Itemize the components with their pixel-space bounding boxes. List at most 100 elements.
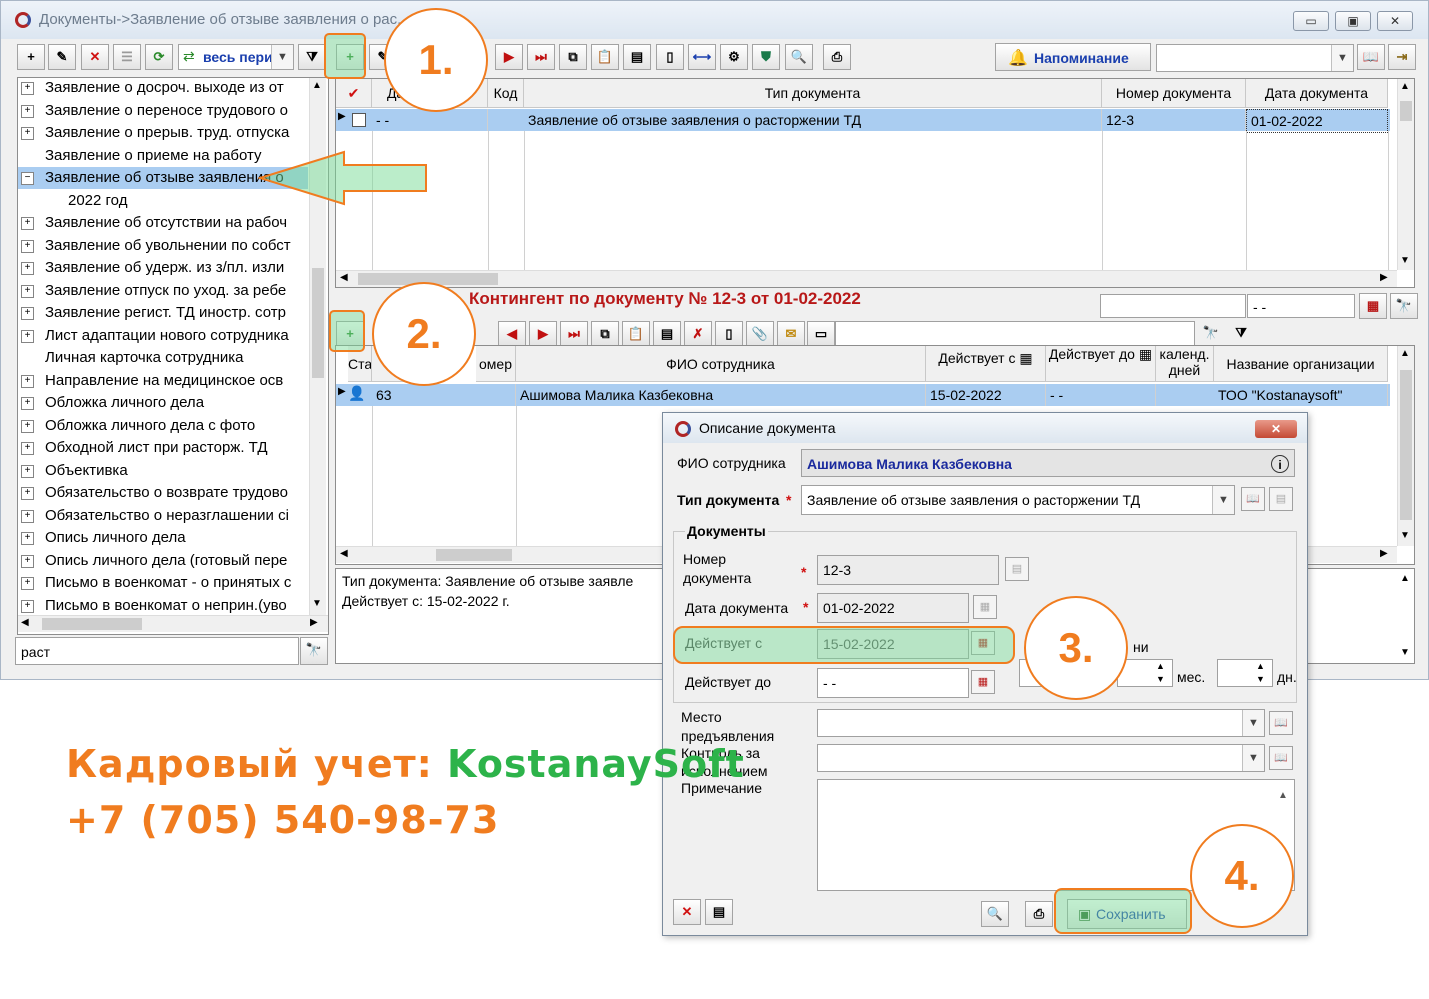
period-select[interactable]: ⇄ весь пери ▼ xyxy=(178,44,294,70)
days-stepper[interactable]: ▲ ▼ xyxy=(1217,659,1273,687)
stepper-arrows-icon[interactable]: ▲ ▼ xyxy=(1256,660,1265,686)
column-header-number[interactable]: Номер документа xyxy=(1102,79,1246,108)
tree-item[interactable]: + Обходной лист при расторж. ТД xyxy=(18,437,308,459)
expand-icon[interactable]: + xyxy=(21,599,34,613)
column-header-type[interactable]: Тип документа xyxy=(524,79,1102,108)
reminder-select[interactable]: ▼ xyxy=(1156,44,1354,72)
expand-icon[interactable]: + xyxy=(21,127,34,140)
to-field[interactable]: - - xyxy=(817,668,969,698)
paste-icon[interactable]: 📋 xyxy=(622,321,650,347)
tree-search-input[interactable]: раст xyxy=(15,637,299,665)
chevron-right-icon[interactable]: ▶ xyxy=(1380,548,1388,559)
expand-icon[interactable]: + xyxy=(21,419,34,433)
expand-icon[interactable]: + xyxy=(21,307,34,320)
binoculars-icon[interactable]: 🔭 xyxy=(1390,293,1418,319)
date-field[interactable]: 01-02-2022 xyxy=(817,593,969,623)
tree-item[interactable]: + Объективка xyxy=(18,460,308,482)
column-header-days[interactable]: календ. дней xyxy=(1156,346,1214,382)
binoculars-icon[interactable]: 🔭 xyxy=(1197,321,1225,347)
refresh-icon[interactable]: ⟳ xyxy=(145,44,173,70)
chevron-down-icon[interactable]: ▼ xyxy=(271,45,293,69)
copy-icon[interactable]: ⧉ xyxy=(591,321,619,347)
last-record-icon[interactable]: ⏭ xyxy=(527,44,555,70)
expand-icon[interactable]: + xyxy=(21,397,34,410)
chevron-up-icon[interactable]: ▲ xyxy=(1278,782,1288,810)
scroll-thumb[interactable] xyxy=(436,549,512,561)
preview-icon[interactable]: 🔍 xyxy=(981,901,1009,927)
expand-icon[interactable]: + xyxy=(21,509,34,523)
expand-icon[interactable]: + xyxy=(21,554,34,568)
preview-icon[interactable]: 🔍 xyxy=(785,44,813,70)
check-icon[interactable]: ✔ xyxy=(336,79,372,108)
tree-item[interactable]: + Заявление об удерж. из з/пл. изли xyxy=(18,257,308,279)
tree-item[interactable]: + Письмо в военкомат о неприн.(уво xyxy=(18,595,308,617)
calendar-icon[interactable]: ▦ xyxy=(973,595,997,619)
chevron-up-icon[interactable]: ▲ xyxy=(1400,573,1410,584)
export-icon[interactable]: ▤ xyxy=(623,44,651,70)
table-row[interactable]: ▶ 👤 63 Ашимова Малика Казбековна 15-02-2… xyxy=(336,384,1390,406)
chevron-left-icon[interactable]: ◀ xyxy=(340,272,348,283)
calendar-icon[interactable]: ▦ xyxy=(971,670,995,694)
expand-icon[interactable]: + xyxy=(21,577,34,590)
minimize-button[interactable]: ▭ xyxy=(1293,11,1329,31)
shield-icon[interactable]: ⛊ xyxy=(752,44,780,70)
properties-icon[interactable]: ▯ xyxy=(656,44,684,70)
exit-icon[interactable]: ⇥ xyxy=(1388,44,1416,70)
tree-item[interactable]: + Заявление о переносе трудового о xyxy=(18,100,308,122)
stepper-arrows-icon[interactable]: ▲ ▼ xyxy=(1156,660,1165,686)
collapse-icon[interactable]: − xyxy=(21,172,34,185)
column-header-code[interactable]: Код xyxy=(488,79,524,108)
tree-item[interactable]: + Заявление о досроч. выходе из от xyxy=(18,77,308,99)
chevron-down-icon[interactable]: ▼ xyxy=(1400,255,1410,266)
tree-item[interactable]: + Лист адаптации нового сотрудника xyxy=(18,325,308,347)
properties-icon[interactable]: ▯ xyxy=(715,321,743,347)
contingent-date-input[interactable]: - - xyxy=(1247,294,1355,318)
column-header-from[interactable]: Действует с ▦ xyxy=(926,346,1046,382)
attach-file-icon[interactable]: ▤ xyxy=(705,899,733,925)
chevron-right-icon[interactable]: ▶ xyxy=(310,617,318,628)
maximize-button[interactable]: ▣ xyxy=(1335,11,1371,31)
tree-item[interactable]: + Письмо в военкомат - о принятых с xyxy=(18,572,308,594)
place-select[interactable]: ▼ xyxy=(817,709,1265,737)
delete-icon[interactable]: ✕ xyxy=(673,899,701,925)
tree-item[interactable]: Личная карточка сотрудника xyxy=(18,347,308,369)
type-select[interactable]: Заявление об отзыве заявления о расторже… xyxy=(801,485,1235,515)
filter-icon[interactable]: ⧩ xyxy=(298,44,326,70)
tree-item[interactable]: + Заявление регист. ТД иностр. сотр xyxy=(18,302,308,324)
tree-item[interactable]: + Заявление отпуск по уход. за ребе xyxy=(18,280,308,302)
tree-item[interactable]: + Заявление об увольнении по собст xyxy=(18,235,308,257)
expand-icon[interactable]: + xyxy=(21,329,34,343)
expand-icon[interactable]: + xyxy=(21,532,34,545)
edit-type-icon[interactable]: ▤ xyxy=(1269,487,1293,511)
settings-icon[interactable]: ⚙ xyxy=(720,44,748,70)
chevron-left-icon[interactable]: ◀ xyxy=(340,548,348,559)
last-record-icon[interactable]: ⏭ xyxy=(560,321,588,347)
chevron-down-icon[interactable]: ▼ xyxy=(312,598,322,609)
expand-icon[interactable]: + xyxy=(21,82,34,95)
column-header-fio[interactable]: ФИО сотрудника xyxy=(516,346,926,382)
docs-horizontal-scrollbar[interactable]: ◀ ▶ xyxy=(336,270,1397,287)
remove-icon[interactable]: ✗ xyxy=(684,321,712,347)
expand-icon[interactable]: + xyxy=(21,217,34,230)
control-select[interactable]: ▼ xyxy=(817,744,1265,772)
chevron-down-icon[interactable]: ▼ xyxy=(1242,710,1264,736)
book-icon[interactable]: 📖 xyxy=(1269,746,1293,770)
column-header-doc-date[interactable]: Дата документа xyxy=(1246,79,1388,108)
attach-icon[interactable]: 📎 xyxy=(746,321,774,347)
chevron-down-icon[interactable]: ▼ xyxy=(1400,530,1410,541)
scroll-thumb[interactable] xyxy=(1400,370,1412,520)
expand-icon[interactable]: + xyxy=(21,239,34,253)
expand-icon[interactable]: + xyxy=(21,104,34,118)
expand-icon[interactable]: + xyxy=(21,284,34,298)
tree-item[interactable]: + Обязательство о возврате трудово xyxy=(18,482,308,504)
docs-vertical-scrollbar[interactable]: ▲ ▼ xyxy=(1397,79,1414,270)
contingent-search-input[interactable] xyxy=(835,321,1195,347)
contingent-filter-input[interactable] xyxy=(1100,294,1246,318)
copy-icon[interactable]: ⧉ xyxy=(559,44,587,70)
tree-item[interactable]: + Опись личного дела xyxy=(18,527,308,549)
scroll-thumb[interactable] xyxy=(42,618,142,630)
chevron-down-icon[interactable]: ▼ xyxy=(1400,647,1410,658)
column-header-number[interactable]: омер xyxy=(476,346,516,382)
book-icon[interactable]: 📖 xyxy=(1269,711,1293,735)
expand-icon[interactable]: + xyxy=(21,487,34,500)
